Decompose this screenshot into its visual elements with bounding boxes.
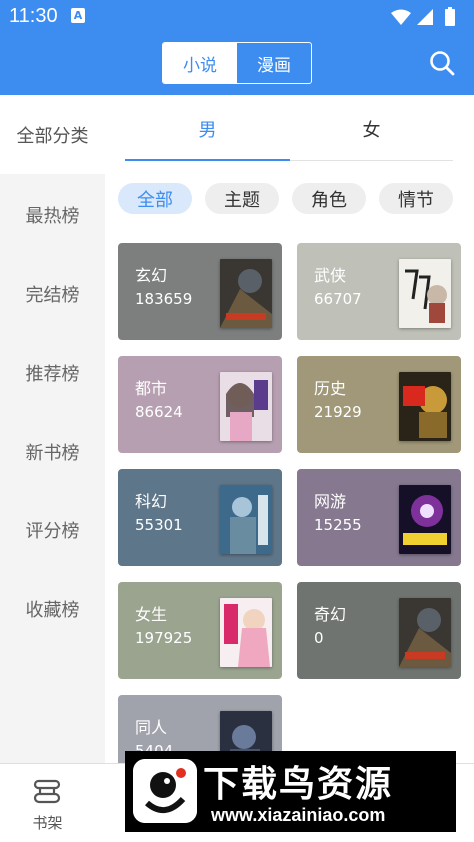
- watermark-url: www.xiazainiao.com: [211, 805, 386, 825]
- book-cover-image: [399, 259, 451, 328]
- sidebar-item-recommended[interactable]: 推荐榜: [0, 360, 105, 386]
- book-cover-image: [220, 598, 272, 667]
- book-cover-image: [399, 372, 451, 441]
- app-header: 11:30 A 小说 漫画: [0, 0, 474, 95]
- book-cover-image: [220, 485, 272, 554]
- category-card-lishi[interactable]: 历史 21929: [297, 356, 461, 453]
- book-cover-image: [399, 485, 451, 554]
- nav-bookshelf[interactable]: 书架: [0, 764, 95, 842]
- ranking-sidebar: [0, 95, 105, 763]
- bookshelf-icon: [33, 779, 61, 804]
- status-icons: [389, 6, 464, 32]
- watermark-title: 下载鸟资源: [203, 764, 394, 805]
- book-cover-image: [220, 259, 272, 328]
- wifi-signal-battery-icon: [391, 7, 455, 26]
- category-count: 15255: [314, 516, 362, 534]
- category-card-kehuan[interactable]: 科幻 55301: [118, 469, 282, 566]
- sidebar-item-new-books[interactable]: 新书榜: [0, 439, 105, 465]
- category-name: 女生: [135, 605, 168, 624]
- category-count: 0: [314, 629, 324, 647]
- filter-theme[interactable]: 主题: [205, 183, 279, 214]
- category-count: 183659: [135, 290, 193, 308]
- filter-all[interactable]: 全部: [118, 183, 192, 214]
- tab-female[interactable]: 女: [290, 95, 453, 162]
- category-name: 武侠: [314, 266, 347, 285]
- status-time: 11:30: [9, 5, 58, 27]
- tab-novel[interactable]: 小说: [163, 43, 237, 83]
- nav-bookshelf-label: 书架: [32, 814, 63, 832]
- book-cover-image: [220, 372, 272, 441]
- sidebar-item-hottest[interactable]: 最热榜: [0, 202, 105, 228]
- content-type-tabs: 小说 漫画: [162, 42, 312, 84]
- category-card-nvsheng[interactable]: 女生 197925: [118, 582, 282, 679]
- tab-comic[interactable]: 漫画: [237, 43, 311, 83]
- tab-male[interactable]: 男: [125, 95, 290, 162]
- category-count: 86624: [135, 403, 183, 421]
- category-name: 同人: [135, 718, 168, 737]
- category-card-wuxia[interactable]: 武侠 66707: [297, 243, 461, 340]
- category-card-dushi[interactable]: 都市 86624: [118, 356, 282, 453]
- category-count: 197925: [135, 629, 193, 647]
- category-count: 55301: [135, 516, 183, 534]
- status-bar: 11:30 A: [0, 0, 474, 34]
- category-card-xuanhuan[interactable]: 玄幻 183659: [118, 243, 282, 340]
- category-count: 66707: [314, 290, 362, 308]
- notification-a-icon: A: [71, 8, 85, 23]
- sidebar-item-completed[interactable]: 完结榜: [0, 281, 105, 307]
- category-card-qihuan[interactable]: 奇幻 0: [297, 582, 461, 679]
- sidebar-item-all-categories[interactable]: 全部分类: [0, 95, 105, 174]
- sidebar-item-favorites[interactable]: 收藏榜: [0, 596, 105, 622]
- category-card-wangyou[interactable]: 网游 15255: [297, 469, 461, 566]
- category-name: 都市: [135, 379, 168, 398]
- book-cover-image: [399, 598, 451, 667]
- category-name: 历史: [314, 379, 347, 398]
- bird-logo-icon: [133, 759, 197, 823]
- category-name: 科幻: [135, 492, 168, 511]
- category-name: 网游: [314, 492, 347, 511]
- gender-active-indicator: [125, 159, 290, 161]
- category-count: 21929: [314, 403, 362, 421]
- category-name: 玄幻: [135, 266, 168, 285]
- watermark-banner: 下载鸟资源 www.xiazainiao.com: [125, 751, 456, 832]
- category-name: 奇幻: [314, 605, 347, 624]
- search-icon[interactable]: [428, 49, 456, 77]
- filter-character[interactable]: 角色: [292, 183, 366, 214]
- filter-plot[interactable]: 情节: [379, 183, 453, 214]
- sidebar-item-rating[interactable]: 评分榜: [0, 517, 105, 543]
